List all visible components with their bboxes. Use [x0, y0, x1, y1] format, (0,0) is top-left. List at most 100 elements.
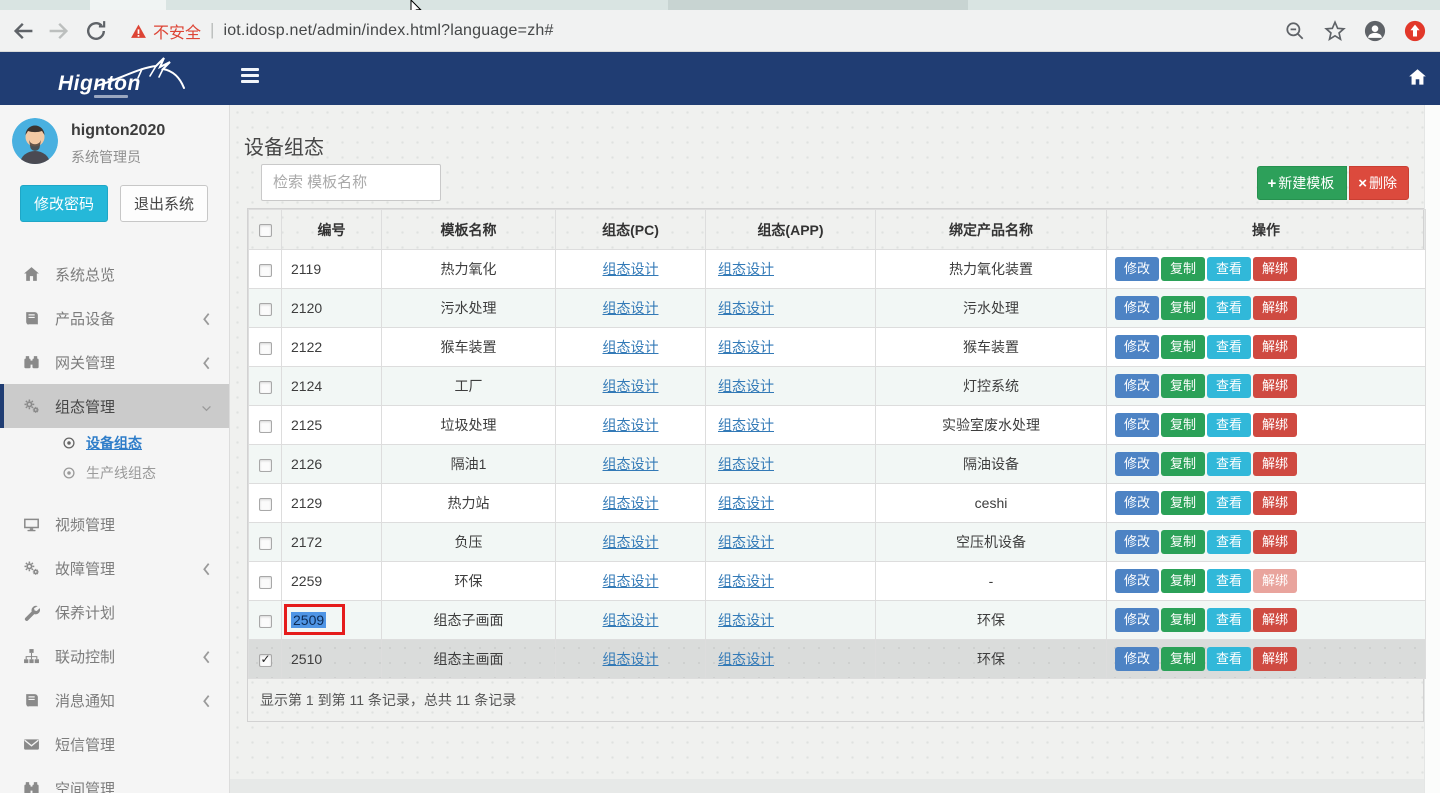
view-button[interactable]: 查看 — [1207, 608, 1251, 632]
copy-button[interactable]: 复制 — [1161, 335, 1205, 359]
copy-button[interactable]: 复制 — [1161, 569, 1205, 593]
logout-button[interactable]: 退出系统 — [120, 185, 208, 222]
app-design-link[interactable]: 组态设计 — [718, 300, 774, 316]
unbind-button[interactable]: 解绑 — [1253, 647, 1297, 671]
row-checkbox[interactable] — [259, 264, 272, 277]
view-button[interactable]: 查看 — [1207, 452, 1251, 476]
pc-design-link[interactable]: 组态设计 — [603, 300, 659, 316]
row-checkbox[interactable] — [259, 654, 272, 667]
view-button[interactable]: 查看 — [1207, 296, 1251, 320]
app-design-link[interactable]: 组态设计 — [718, 573, 774, 589]
column-header-name[interactable]: 模板名称 — [382, 210, 556, 250]
app-design-link[interactable]: 组态设计 — [718, 456, 774, 472]
delete-button[interactable]: × 删除 — [1349, 166, 1409, 200]
zoom-out-icon[interactable] — [1284, 20, 1306, 42]
app-design-link[interactable]: 组态设计 — [718, 378, 774, 394]
app-design-link[interactable]: 组态设计 — [718, 261, 774, 277]
copy-button[interactable]: 复制 — [1161, 296, 1205, 320]
row-checkbox[interactable] — [259, 381, 272, 394]
table-row[interactable]: 2119 热力氧化 组态设计 组态设计 热力氧化装置 修改复制查看解绑 — [249, 250, 1426, 289]
edit-button[interactable]: 修改 — [1115, 452, 1159, 476]
column-header-product[interactable]: 绑定产品名称 — [876, 210, 1107, 250]
sidebar-item-product-devices[interactable]: 产品设备 — [0, 296, 229, 340]
row-checkbox[interactable] — [259, 537, 272, 550]
profile-avatar-icon[interactable] — [1364, 20, 1386, 42]
url-text[interactable]: iot.idosp.net/admin/index.html?language=… — [223, 22, 553, 40]
pc-design-link[interactable]: 组态设计 — [603, 339, 659, 355]
sidebar-item-linkage-control[interactable]: 联动控制 — [0, 634, 229, 678]
table-row[interactable]: 2124 工厂 组态设计 组态设计 灯控系统 修改复制查看解绑 — [249, 367, 1426, 406]
unbind-button[interactable]: 解绑 — [1253, 296, 1297, 320]
app-design-link[interactable]: 组态设计 — [718, 534, 774, 550]
forward-icon[interactable] — [46, 19, 70, 43]
user-avatar[interactable] — [12, 118, 58, 164]
change-password-button[interactable]: 修改密码 — [20, 185, 108, 222]
app-design-link[interactable]: 组态设计 — [718, 651, 774, 667]
row-checkbox[interactable] — [259, 303, 272, 316]
pc-design-link[interactable]: 组态设计 — [603, 651, 659, 667]
security-warning-label[interactable]: 不安全 — [153, 19, 201, 43]
view-button[interactable]: 查看 — [1207, 530, 1251, 554]
table-row[interactable]: 2259 环保 组态设计 组态设计 - 修改复制查看解绑 — [249, 562, 1426, 601]
pc-design-link[interactable]: 组态设计 — [603, 417, 659, 433]
home-icon[interactable] — [1408, 68, 1427, 87]
edit-button[interactable]: 修改 — [1115, 608, 1159, 632]
table-row[interactable]: 2125 垃圾处理 组态设计 组态设计 实验室废水处理 修改复制查看解绑 — [249, 406, 1426, 445]
copy-button[interactable]: 复制 — [1161, 491, 1205, 515]
pc-design-link[interactable]: 组态设计 — [603, 534, 659, 550]
row-checkbox[interactable] — [259, 576, 272, 589]
sidebar-item-message-notification[interactable]: 消息通知 — [0, 678, 229, 722]
search-input[interactable] — [261, 164, 441, 201]
sidebar-item-scada-management[interactable]: 组态管理 — [0, 384, 229, 428]
view-button[interactable]: 查看 — [1207, 569, 1251, 593]
edit-button[interactable]: 修改 — [1115, 647, 1159, 671]
edit-button[interactable]: 修改 — [1115, 335, 1159, 359]
table-row[interactable]: 2126 隔油1 组态设计 组态设计 隔油设备 修改复制查看解绑 — [249, 445, 1426, 484]
sidebar-item-fault-management[interactable]: 故障管理 — [0, 546, 229, 590]
pc-design-link[interactable]: 组态设计 — [603, 612, 659, 628]
row-checkbox[interactable] — [259, 498, 272, 511]
pc-design-link[interactable]: 组态设计 — [603, 573, 659, 589]
app-design-link[interactable]: 组态设计 — [718, 495, 774, 511]
copy-button[interactable]: 复制 — [1161, 413, 1205, 437]
table-row[interactable]: 2129 热力站 组态设计 组态设计 ceshi 修改复制查看解绑 — [249, 484, 1426, 523]
table-row[interactable]: 2509 组态子画面 组态设计 组态设计 环保 修改复制查看解绑 — [249, 601, 1426, 640]
app-design-link[interactable]: 组态设计 — [718, 339, 774, 355]
table-row[interactable]: 2120 污水处理 组态设计 组态设计 污水处理 修改复制查看解绑 — [249, 289, 1426, 328]
sidebar-item-sms-management[interactable]: 短信管理 — [0, 722, 229, 766]
pc-design-link[interactable]: 组态设计 — [603, 261, 659, 277]
browser-tab[interactable] — [668, 0, 968, 10]
reload-icon[interactable] — [84, 19, 108, 43]
column-header-id[interactable]: 编号 — [282, 210, 382, 250]
scrollbar-track[interactable] — [1424, 105, 1440, 793]
copy-button[interactable]: 复制 — [1161, 452, 1205, 476]
brand-logo[interactable]: Hignton — [42, 58, 192, 102]
sidebar-item-gateway-management[interactable]: 网关管理 — [0, 340, 229, 384]
copy-button[interactable]: 复制 — [1161, 530, 1205, 554]
sidebar-item-space-management[interactable]: 空间管理 — [0, 766, 229, 793]
view-button[interactable]: 查看 — [1207, 374, 1251, 398]
row-checkbox[interactable] — [259, 459, 272, 472]
back-icon[interactable] — [12, 19, 36, 43]
edit-button[interactable]: 修改 — [1115, 413, 1159, 437]
new-template-button[interactable]: + 新建模板 — [1257, 166, 1347, 200]
unbind-button[interactable]: 解绑 — [1253, 530, 1297, 554]
unbind-button[interactable]: 解绑 — [1253, 491, 1297, 515]
copy-button[interactable]: 复制 — [1161, 608, 1205, 632]
app-design-link[interactable]: 组态设计 — [718, 612, 774, 628]
sidebar-item-video-management[interactable]: 视频管理 — [0, 502, 229, 546]
unbind-button[interactable]: 解绑 — [1253, 335, 1297, 359]
select-all-checkbox[interactable] — [259, 224, 272, 237]
menu-toggle-button[interactable] — [241, 68, 263, 88]
edit-button[interactable]: 修改 — [1115, 491, 1159, 515]
unbind-button[interactable]: 解绑 — [1253, 608, 1297, 632]
unbind-button[interactable]: 解绑 — [1253, 374, 1297, 398]
pc-design-link[interactable]: 组态设计 — [603, 495, 659, 511]
view-button[interactable]: 查看 — [1207, 257, 1251, 281]
view-button[interactable]: 查看 — [1207, 335, 1251, 359]
view-button[interactable]: 查看 — [1207, 647, 1251, 671]
row-checkbox[interactable] — [259, 342, 272, 355]
copy-button[interactable]: 复制 — [1161, 374, 1205, 398]
sidebar-item-system-overview[interactable]: 系统总览 — [0, 252, 229, 296]
column-header-actions[interactable]: 操作 — [1107, 210, 1426, 250]
